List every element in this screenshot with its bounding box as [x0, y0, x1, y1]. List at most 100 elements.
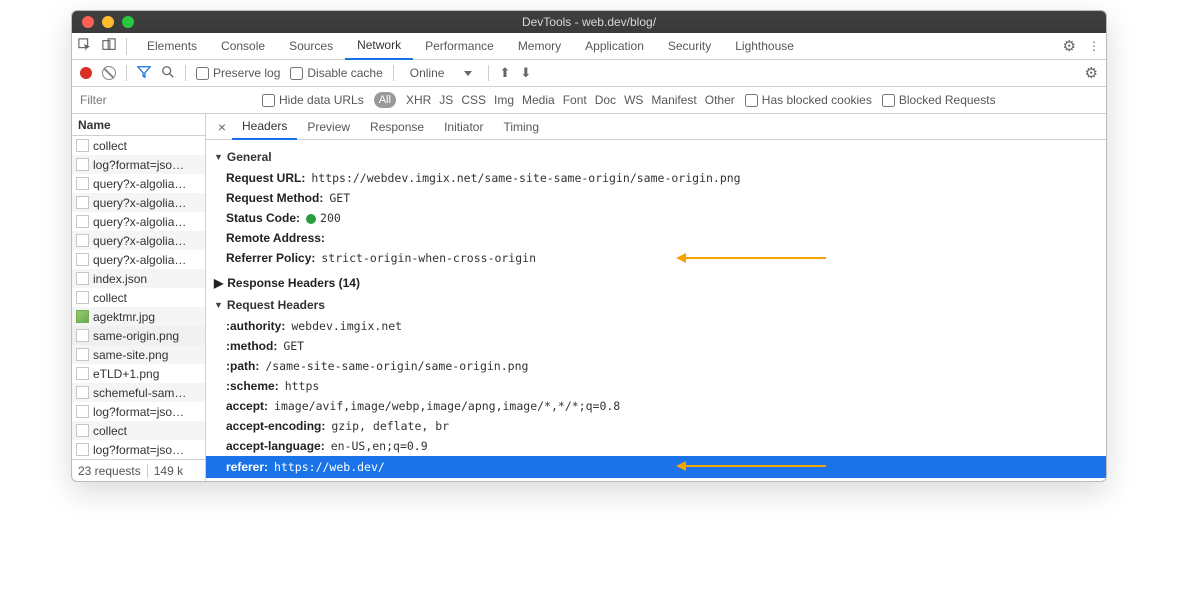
main-tab-network[interactable]: Network — [345, 33, 413, 60]
main-tab-memory[interactable]: Memory — [506, 33, 573, 60]
file-icon — [76, 367, 89, 380]
request-list-header[interactable]: Name — [72, 114, 205, 136]
filter-bar: Hide data URLs All XHR JS CSS Img Media Font D… — [72, 87, 1106, 114]
has-blocked-cookies-input[interactable] — [745, 94, 758, 107]
upload-icon[interactable]: ⬆︎ — [499, 65, 510, 81]
search-icon[interactable] — [161, 65, 175, 82]
request-headers-section[interactable]: ▼ Request Headers — [206, 294, 1106, 316]
request-row[interactable]: query?x-algolia… — [72, 212, 205, 231]
file-icon — [76, 405, 89, 418]
filter-input[interactable] — [72, 87, 252, 113]
chevron-down-icon: ▼ — [214, 300, 223, 310]
request-row[interactable]: query?x-algolia… — [72, 231, 205, 250]
request-row[interactable]: collect — [72, 136, 205, 155]
preserve-log-input[interactable] — [196, 67, 209, 80]
request-row[interactable]: query?x-algolia… — [72, 193, 205, 212]
image-file-icon — [76, 310, 89, 323]
request-row[interactable]: index.json — [72, 269, 205, 288]
has-blocked-cookies-checkbox[interactable]: Has blocked cookies — [745, 93, 872, 107]
request-row[interactable]: collect — [72, 421, 205, 440]
filter-type-font[interactable]: Font — [563, 93, 587, 107]
request-row[interactable]: query?x-algolia… — [72, 174, 205, 193]
request-name: schemeful-sam… — [93, 386, 186, 400]
download-icon[interactable]: ⬇︎ — [520, 65, 531, 81]
request-name: collect — [93, 291, 127, 305]
disable-cache-checkbox[interactable]: Disable cache — [290, 66, 382, 80]
main-tab-console[interactable]: Console — [209, 33, 277, 60]
main-tab-lighthouse[interactable]: Lighthouse — [723, 33, 806, 60]
filter-type-manifest[interactable]: Manifest — [651, 93, 696, 107]
response-headers-section[interactable]: ▶ Response Headers (14) — [206, 268, 1106, 294]
preserve-log-checkbox[interactable]: Preserve log — [196, 66, 280, 80]
main-tabbar: ElementsConsoleSourcesNetworkPerformance… — [72, 33, 1106, 60]
detail-tabs: × HeadersPreviewResponseInitiatorTiming — [206, 114, 1106, 140]
request-name: collect — [93, 139, 127, 153]
filter-funnel-icon[interactable] — [137, 65, 151, 82]
filter-type-xhr[interactable]: XHR — [406, 93, 431, 107]
file-icon — [76, 177, 89, 190]
has-blocked-cookies-label: Has blocked cookies — [762, 93, 872, 107]
main-tab-performance[interactable]: Performance — [413, 33, 506, 60]
request-row[interactable]: eTLD+1.png — [72, 364, 205, 383]
header-key: Referrer Policy: — [226, 251, 315, 265]
hide-data-urls-input[interactable] — [262, 94, 275, 107]
request-row[interactable]: same-site.png — [72, 345, 205, 364]
throttling-select[interactable]: Online — [404, 66, 479, 80]
header-value: image/avif,image/webp,image/apng,image/*… — [274, 399, 620, 413]
detail-tab-preview[interactable]: Preview — [297, 114, 360, 140]
file-icon — [76, 443, 89, 456]
request-list-footer: 23 requests 149 k — [72, 459, 205, 481]
main-tab-security[interactable]: Security — [656, 33, 723, 60]
settings-gear-icon[interactable]: ⚙ — [1063, 37, 1076, 55]
blocked-requests-checkbox[interactable]: Blocked Requests — [882, 93, 996, 107]
detail-tab-timing[interactable]: Timing — [493, 114, 549, 140]
device-toggle-icon[interactable] — [102, 38, 116, 55]
header-value: strict-origin-when-cross-origin — [321, 251, 536, 265]
detail-tab-initiator[interactable]: Initiator — [434, 114, 493, 140]
filter-type-ws[interactable]: WS — [624, 93, 643, 107]
request-row[interactable]: agektmr.jpg — [72, 307, 205, 326]
request-row[interactable]: log?format=jso… — [72, 155, 205, 174]
annotation-arrow-icon — [686, 257, 826, 259]
filter-type-css[interactable]: CSS — [461, 93, 486, 107]
request-name: agektmr.jpg — [93, 310, 155, 324]
request-row[interactable]: query?x-algolia… — [72, 250, 205, 269]
clear-icon[interactable] — [102, 66, 116, 80]
request-name: eTLD+1.png — [93, 367, 159, 381]
request-row[interactable]: log?format=jso… — [72, 440, 205, 459]
file-icon — [76, 234, 89, 247]
file-icon — [76, 386, 89, 399]
request-row[interactable]: same-origin.png — [72, 326, 205, 345]
hide-data-urls-label: Hide data URLs — [279, 93, 364, 107]
main-tab-sources[interactable]: Sources — [277, 33, 345, 60]
request-row[interactable]: log?format=jso… — [72, 402, 205, 421]
general-section[interactable]: ▼ General — [206, 146, 1106, 168]
header-row: Remote Address: — [206, 228, 1106, 248]
request-row[interactable]: schemeful-sam… — [72, 383, 205, 402]
disable-cache-input[interactable] — [290, 67, 303, 80]
more-vert-icon[interactable]: ⋮ — [1088, 39, 1100, 53]
inspect-icon[interactable] — [78, 38, 92, 55]
network-settings-gear-icon[interactable]: ⚙ — [1085, 64, 1098, 82]
filter-type-media[interactable]: Media — [522, 93, 555, 107]
close-detail-icon[interactable]: × — [212, 119, 232, 135]
detail-tab-response[interactable]: Response — [360, 114, 434, 140]
hide-data-urls-checkbox[interactable]: Hide data URLs — [262, 93, 364, 107]
blocked-requests-input[interactable] — [882, 94, 895, 107]
filter-type-doc[interactable]: Doc — [595, 93, 616, 107]
file-icon — [76, 424, 89, 437]
filter-type-other[interactable]: Other — [705, 93, 735, 107]
filter-type-img[interactable]: Img — [494, 93, 514, 107]
referer-header-row[interactable]: referer: https://web.dev/ — [206, 456, 1106, 478]
main-tab-elements[interactable]: Elements — [135, 33, 209, 60]
header-row: Request URL:https://webdev.imgix.net/sam… — [206, 168, 1106, 188]
filter-type-all[interactable]: All — [374, 92, 396, 108]
header-key: Request Method: — [226, 191, 323, 205]
request-row[interactable]: collect — [72, 288, 205, 307]
header-row: Status Code:200 — [206, 208, 1106, 228]
main-tab-application[interactable]: Application — [573, 33, 656, 60]
header-key: :scheme: — [226, 379, 279, 393]
detail-tab-headers[interactable]: Headers — [232, 114, 297, 140]
record-button-icon[interactable] — [80, 67, 92, 79]
filter-type-js[interactable]: JS — [439, 93, 453, 107]
